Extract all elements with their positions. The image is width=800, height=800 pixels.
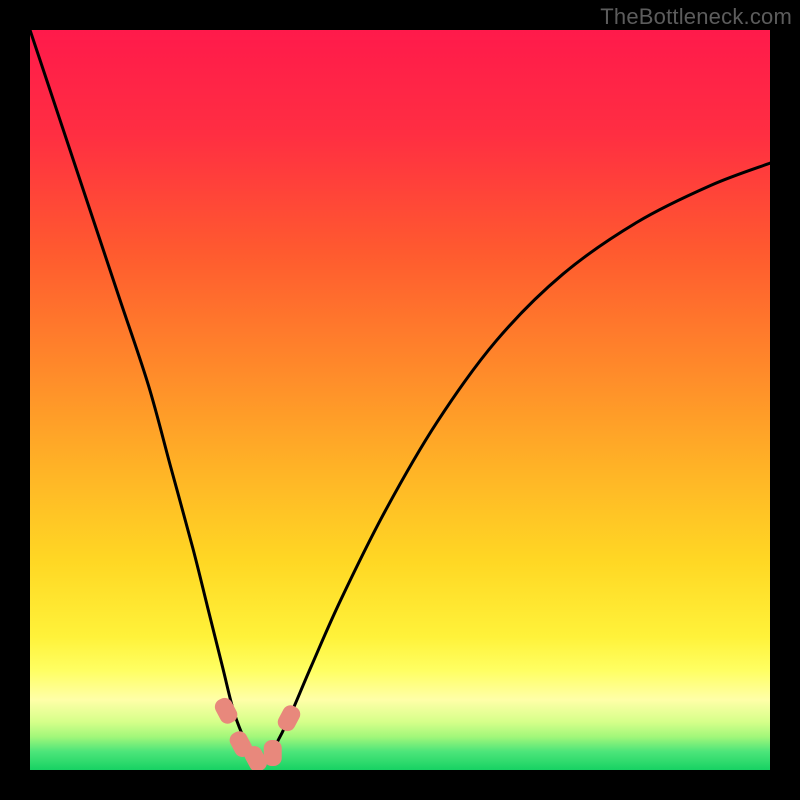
- bottleneck-curve: [30, 30, 770, 763]
- curve-marker: [264, 740, 282, 766]
- plot-area: [30, 30, 770, 770]
- outer-frame: TheBottleneck.com: [0, 0, 800, 800]
- curve-layer: [30, 30, 770, 770]
- curve-marker: [275, 702, 303, 733]
- curve-markers: [212, 695, 303, 770]
- watermark-text: TheBottleneck.com: [600, 4, 792, 30]
